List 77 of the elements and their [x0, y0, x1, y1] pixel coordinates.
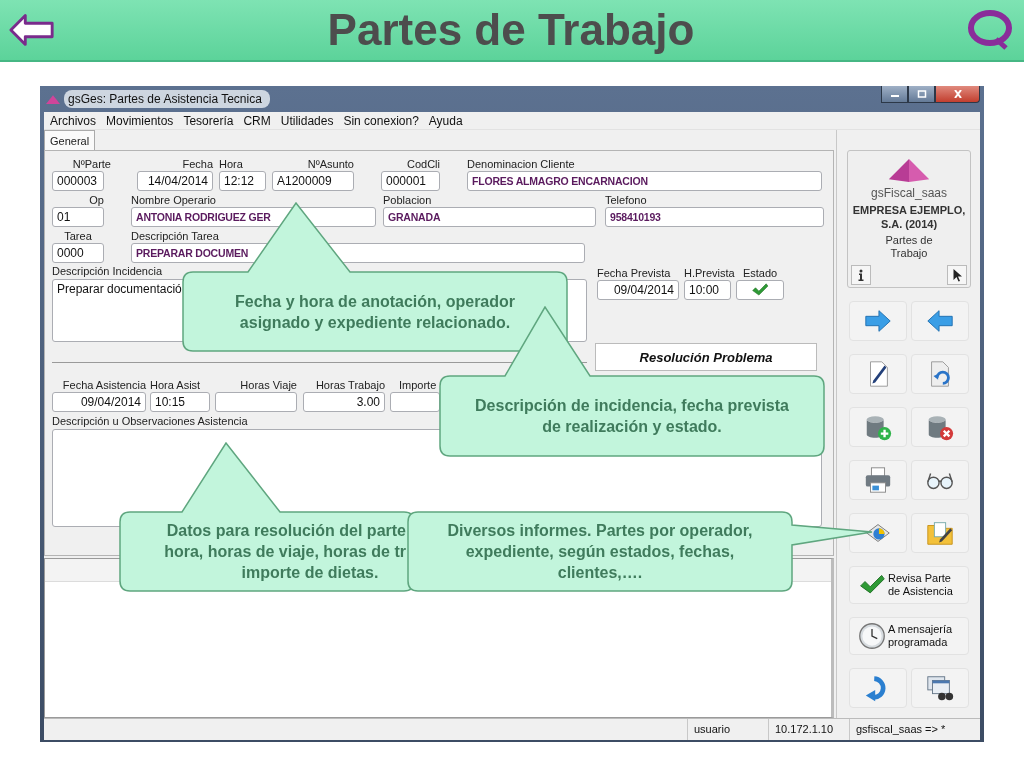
minimize-button[interactable] [881, 86, 908, 103]
field-label: Descripción Tarea [131, 230, 220, 243]
text-field[interactable]: 0000 [52, 243, 104, 263]
field-label: Hora [219, 158, 244, 171]
status-text: gsfiscal_saas => * [849, 719, 980, 740]
field-label: Hora Asist [150, 379, 202, 392]
maximize-icon [916, 90, 927, 98]
back-arrow-icon [8, 12, 56, 48]
status-button[interactable] [736, 280, 784, 300]
text-field[interactable]: 14/04/2014 [137, 171, 213, 191]
field-label: Op [88, 194, 104, 207]
field-label: NºParte [71, 158, 111, 171]
status-text: 10.172.1.10 [768, 719, 849, 740]
close-icon [952, 90, 963, 98]
field-label: NºAsunto [306, 158, 354, 171]
menu-item[interactable]: Tesorería [183, 113, 234, 128]
binoculars-icon [925, 673, 955, 703]
menu-item[interactable]: Ayuda [428, 113, 463, 128]
module-name: Partes de Trabajo [884, 234, 934, 260]
text-field[interactable]: 09/04/2014 [52, 392, 146, 412]
text-field[interactable]: A1200009 [272, 171, 354, 191]
action-button[interactable]: Revisa Parte de Asistencia [849, 566, 969, 604]
field-label: Descripción Incidencia [52, 265, 163, 278]
clock-icon [858, 622, 886, 650]
field-label: Horas Viaje [239, 379, 297, 392]
text-field[interactable]: 12:12 [219, 171, 266, 191]
field-label: Telefono [605, 194, 648, 207]
text-field[interactable]: 000003 [52, 171, 104, 191]
printer-icon [863, 465, 893, 495]
menu-item[interactable]: Sin conexion? [343, 113, 419, 128]
slide-title: Partes de Trabajo [327, 4, 695, 56]
text-field[interactable]: GRANADA [383, 207, 596, 227]
menu-item[interactable]: Archivos [50, 113, 96, 128]
app-name: gsFiscal_saas [871, 186, 947, 200]
text-field[interactable]: ANTONIA RODRIGUEZ GER [131, 207, 376, 227]
ring-logo [966, 8, 1014, 52]
text-field[interactable]: 10:00 [684, 280, 731, 300]
info-button[interactable] [851, 265, 871, 285]
status-text: usuario [687, 719, 768, 740]
text-field[interactable]: 10:15 [150, 392, 210, 412]
field-label: Tarea [63, 230, 93, 243]
text-field[interactable]: FLORES ALMAGRO ENCARNACION [467, 171, 822, 191]
field-label: Fecha [181, 158, 213, 171]
menu-item[interactable]: Movimientos [106, 113, 174, 128]
close-button[interactable] [935, 86, 980, 103]
menu-item[interactable]: Utilidades [280, 113, 334, 128]
action-button[interactable]: A mensajería programada [849, 617, 969, 655]
field-label: CodCli [406, 158, 440, 171]
text-field[interactable] [215, 392, 297, 412]
field-label: Horas Trabajo [314, 379, 385, 392]
field-label: Descripción u Observaciones Asistencia [52, 415, 248, 428]
text-field[interactable]: 01 [52, 207, 104, 227]
pointer-button[interactable] [947, 265, 967, 285]
pyramid-logo [887, 157, 931, 183]
toolbar-button[interactable] [911, 668, 969, 708]
text-field[interactable]: 09/04/2014 [597, 280, 679, 300]
callout-tooltip: Diversos informes. Partes por operador, expediente, según estados, fechas, clientes,…. [407, 511, 873, 592]
field-label: Estado [741, 267, 779, 280]
field-label: Nombre Operario [131, 194, 217, 207]
field-label: Poblacion [383, 194, 433, 207]
text-field[interactable]: 3.00 [303, 392, 385, 412]
text-field[interactable]: 958410193 [605, 207, 824, 227]
text-field[interactable]: 000001 [381, 171, 440, 191]
maximize-button[interactable] [908, 86, 935, 103]
field-label: Importe [398, 379, 438, 392]
field-label: Fecha Asistencia [61, 379, 146, 392]
app-icon [46, 94, 60, 104]
company-name: EMPRESA EJEMPLO, S.A. (2014) [851, 203, 967, 231]
checkmark-icon [749, 281, 771, 299]
toolbar-button[interactable] [911, 460, 969, 500]
field-label: Fecha Prevista [597, 267, 672, 280]
tab[interactable]: General [44, 130, 96, 150]
section-title: Resolución Problema [595, 343, 817, 371]
field-label: Denominacion Cliente [467, 158, 576, 171]
window-title: gsGes: Partes de Asistencia Tecnica [64, 90, 270, 108]
text-field[interactable] [390, 392, 440, 412]
menu-item[interactable]: CRM [243, 113, 271, 128]
